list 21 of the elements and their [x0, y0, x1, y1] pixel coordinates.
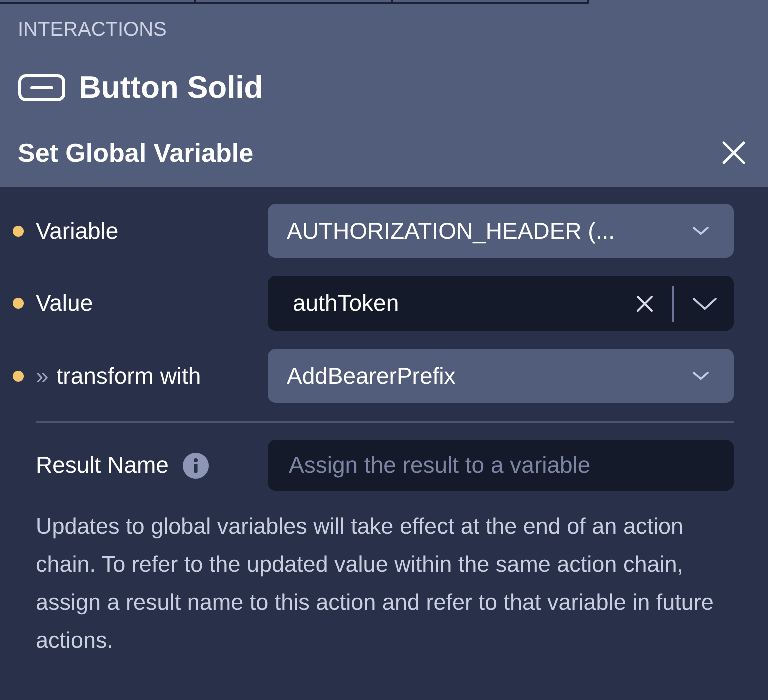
close-button[interactable]: [722, 141, 746, 165]
section-label: INTERACTIONS: [18, 19, 167, 41]
select-field[interactable]: AddBearerPrefix: [268, 349, 734, 403]
close-icon: [722, 141, 746, 165]
field-label: Value: [36, 289, 94, 318]
result-name-field[interactable]: Assign the result to a variable: [268, 440, 734, 491]
chevron-down-icon: [692, 226, 710, 236]
select-field[interactable]: AUTHORIZATION_HEADER (...: [268, 204, 734, 258]
help-text: Updates to global variables will take effect at the end of an action chain. To refer to the updated value within the same action chain, assign a result name to this action and refer to that variable in future actions.: [36, 513, 715, 655]
action-title: Set Global Variable: [18, 136, 254, 170]
info-icon[interactable]: [182, 452, 209, 478]
button-icon: [18, 74, 66, 102]
chevron-down-icon[interactable]: [692, 296, 718, 310]
chevron-down-icon: [692, 371, 710, 381]
component-title: Button Solid: [79, 69, 264, 107]
field-label: Result Name: [36, 451, 169, 480]
clear-icon[interactable]: [636, 294, 654, 312]
field-label: transform with: [56, 362, 202, 391]
field-label: Variable: [36, 216, 119, 246]
combo-field[interactable]: authToken: [268, 276, 734, 331]
chevron-glyph: »: [36, 362, 49, 391]
